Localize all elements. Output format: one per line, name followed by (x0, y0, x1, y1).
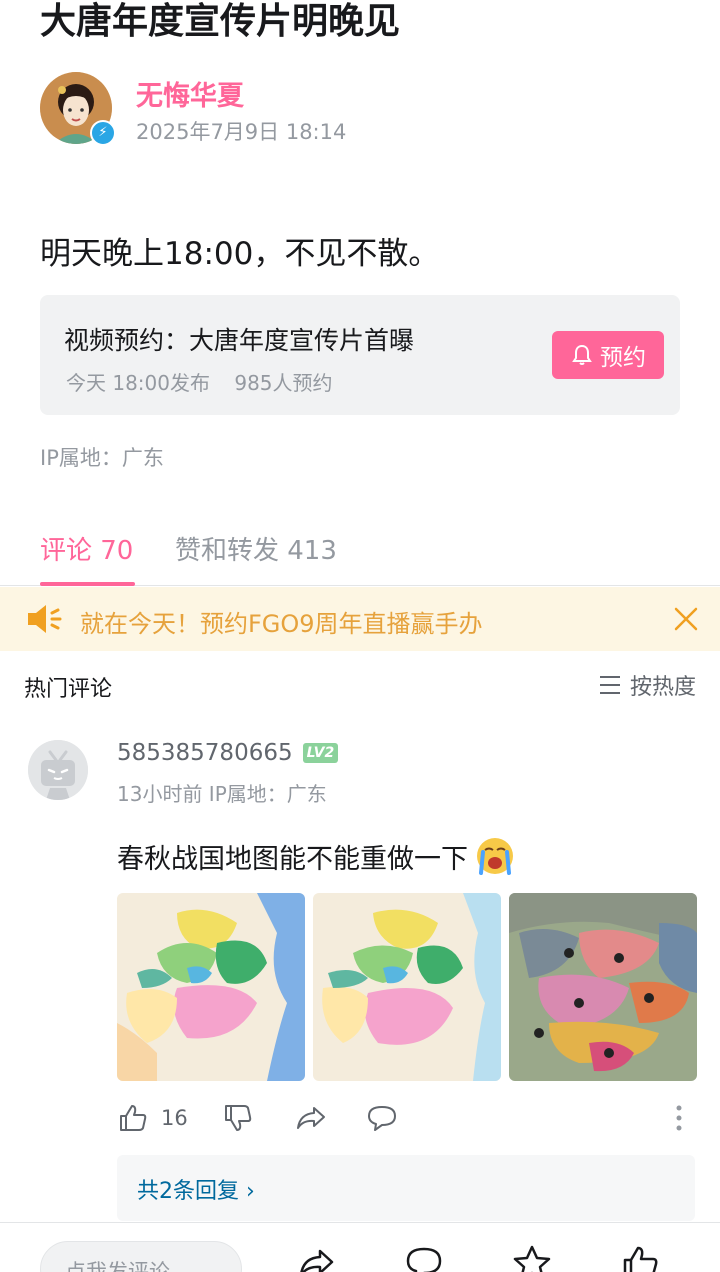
reply-button[interactable] (365, 1100, 399, 1136)
replies-box[interactable]: 共2条回复 › (117, 1155, 695, 1221)
like-button[interactable]: 16 (117, 1100, 188, 1136)
commenter-name[interactable]: 585385780665 (117, 740, 293, 766)
more-options-button[interactable] (673, 1100, 685, 1136)
tab-active-indicator (40, 582, 135, 586)
comment-image-game-map[interactable] (509, 893, 697, 1081)
crying-emoji-icon (477, 838, 513, 875)
comments-header: 热门评论 按热度 (0, 665, 720, 709)
author-name[interactable]: 无悔华夏 (136, 74, 244, 113)
post-body: 明天晚上18:00，不见不散。 (40, 236, 440, 272)
reserve-publish-time: 今天 18:00发布 (66, 371, 210, 395)
close-icon[interactable] (670, 603, 702, 635)
replies-link[interactable]: 共2条回复 › (137, 1173, 255, 1205)
reserve-button-label: 预约 (600, 345, 646, 371)
bottom-action-bar: 点我发评论 (0, 1222, 720, 1272)
video-reserve-card[interactable]: 视频预约：大唐年度宣传片首曝 今天 18:00发布 985人预约 预约 (40, 295, 680, 415)
comment-text: 春秋战国地图能不能重做一下 (117, 843, 468, 875)
bell-icon (572, 344, 592, 365)
sort-toggle[interactable]: 按热度 (598, 669, 696, 701)
comment-input-placeholder: 点我发评论 (65, 1260, 170, 1272)
hot-comments-title: 热门评论 (24, 677, 113, 702)
sort-label: 按热度 (629, 675, 696, 700)
chevron-right-icon: › (246, 1179, 255, 1204)
comment-images (117, 893, 697, 1081)
notice-banner[interactable]: 就在今天！预约FGO9周年直播赢手办 (0, 587, 720, 651)
ip-location: IP属地：广东 (40, 446, 164, 470)
thumbs-up-icon (120, 1105, 147, 1131)
dislike-button[interactable] (222, 1100, 254, 1136)
menu-lines-icon (599, 676, 620, 694)
reserve-meta: 今天 18:00发布 985人预约 (66, 367, 351, 396)
comment-image-map-1[interactable] (117, 893, 305, 1081)
notice-text: 就在今天！预约FGO9周年直播赢手办 (80, 610, 483, 638)
post-time: 2025年7月9日 18:14 (136, 120, 347, 144)
comment-actions: 16 (117, 1100, 697, 1136)
replies-link-label: 共2条回复 (137, 1179, 239, 1204)
reserve-title: 视频预约：大唐年度宣传片首曝 (64, 326, 415, 355)
comment-text-row: 春秋战国地图能不能重做一下 (117, 835, 516, 877)
tab-likes-shares[interactable]: 赞和转发 413 (175, 530, 337, 567)
comment-image-map-2[interactable] (313, 893, 501, 1081)
level-badge: LV2 (302, 743, 339, 763)
reserve-button[interactable]: 预约 (552, 331, 664, 379)
commenter-name-row: 585385780665 LV2 (117, 740, 339, 766)
speech-bubble-icon (368, 1106, 396, 1131)
author-row: ⚡ 无悔华夏 2025年7月9日 18:14 (40, 70, 680, 150)
reserve-count: 985人预约 (234, 371, 333, 395)
verified-lightning-icon: ⚡ (90, 120, 116, 146)
share-icon[interactable] (296, 1243, 336, 1272)
like-count: 16 (161, 1106, 188, 1130)
comment-item: 585385780665 LV2 13小时前 IP属地：广东 春秋战国地图能不能… (0, 730, 720, 1221)
commenter-avatar[interactable] (28, 740, 88, 800)
share-button[interactable] (294, 1100, 328, 1136)
tab-bar: 评论 70 赞和转发 413 (0, 520, 720, 586)
share-arrow-icon (297, 1107, 325, 1129)
star-icon[interactable] (512, 1243, 552, 1272)
comment-input[interactable]: 点我发评论 (40, 1241, 242, 1272)
post-title: 大唐年度宣传片明晚见 (40, 1, 401, 42)
comment-meta: 13小时前 IP属地：广东 (117, 782, 327, 806)
comment-icon[interactable] (404, 1243, 444, 1272)
thumbs-down-icon (225, 1105, 252, 1131)
speaker-icon (28, 605, 62, 633)
tab-comments[interactable]: 评论 70 (40, 530, 133, 567)
thumbs-up-icon[interactable] (620, 1243, 660, 1272)
more-vertical-icon (676, 1105, 682, 1131)
